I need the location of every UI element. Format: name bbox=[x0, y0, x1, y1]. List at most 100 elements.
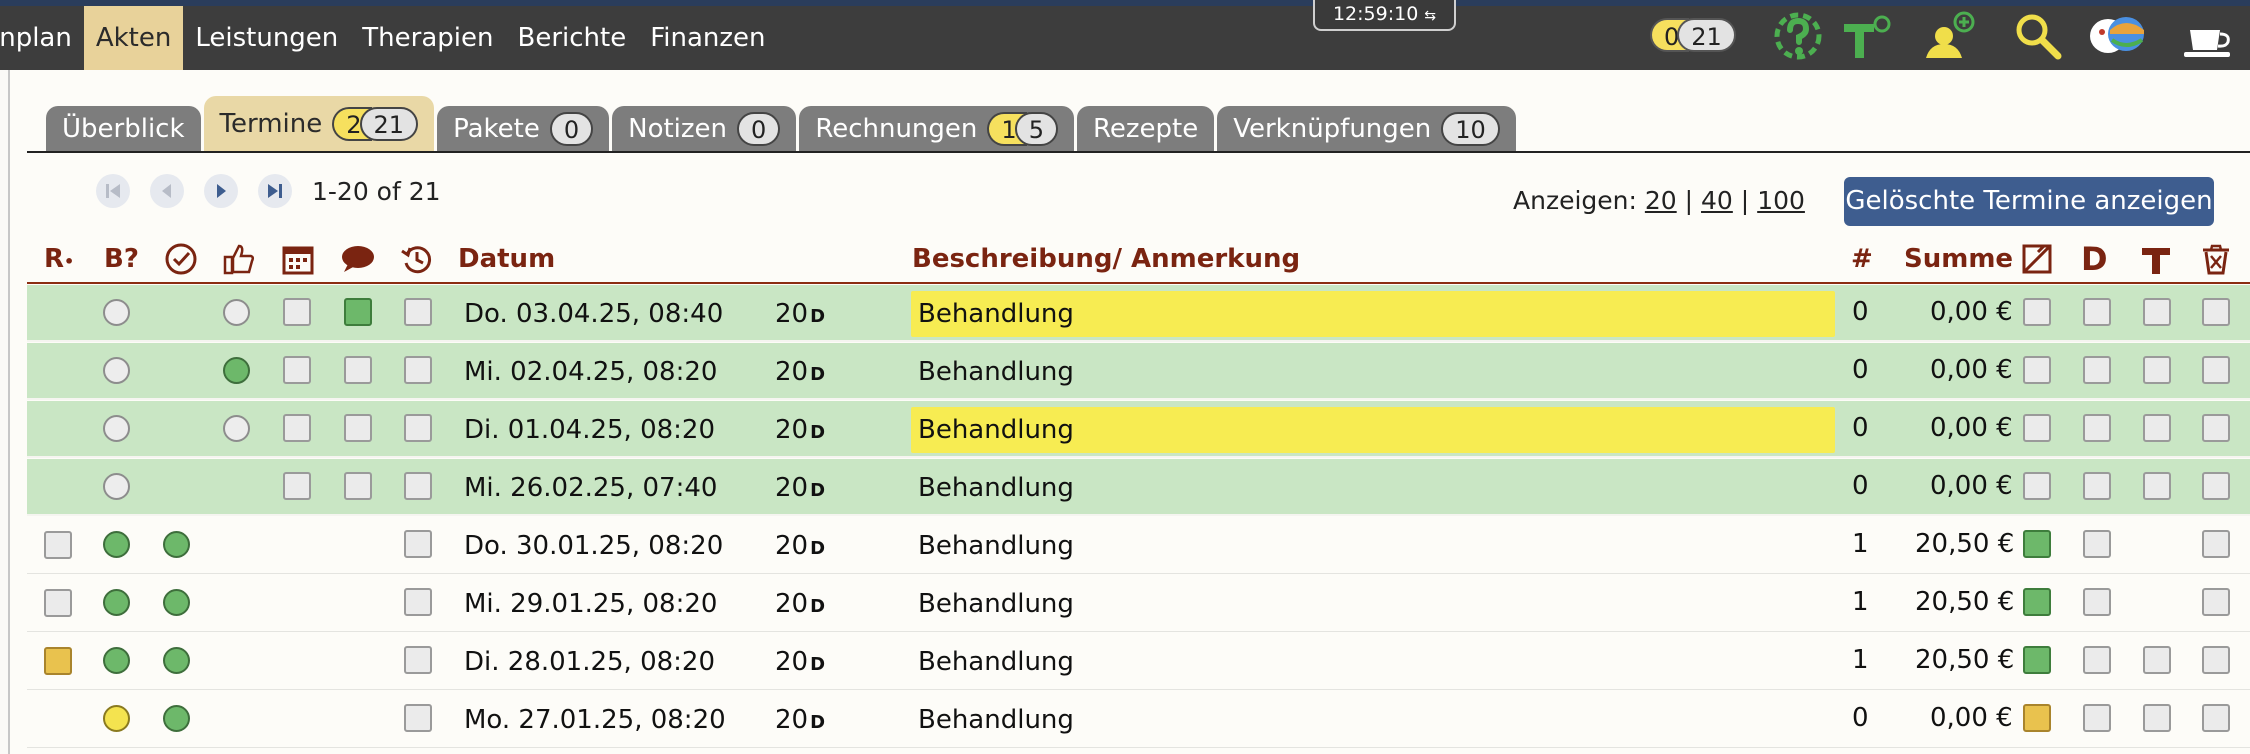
tab-notizen[interactable]: Notizen 0 bbox=[612, 106, 797, 152]
tool-checkbox[interactable] bbox=[2143, 356, 2171, 384]
help-icon[interactable] bbox=[1772, 10, 1824, 62]
table-row[interactable]: Do. 30.01.25, 08:20 20 D Behandlung 1 20,… bbox=[27, 517, 2250, 574]
history-checkbox[interactable] bbox=[404, 298, 432, 326]
prescription-checkbox[interactable] bbox=[44, 531, 72, 559]
nav-item-therapien[interactable]: Therapien bbox=[350, 6, 505, 70]
appointment-description[interactable]: Behandlung bbox=[918, 705, 1074, 735]
history-checkbox[interactable] bbox=[404, 588, 432, 616]
doc-checkbox[interactable] bbox=[2083, 472, 2111, 500]
delete-checkbox[interactable] bbox=[2202, 588, 2230, 616]
billed-status-circle[interactable] bbox=[103, 705, 130, 732]
doc-checkbox[interactable] bbox=[2083, 704, 2111, 732]
therapy-tool-icon[interactable] bbox=[1840, 10, 1892, 62]
first-page-button[interactable] bbox=[96, 174, 130, 208]
doc-checkbox[interactable] bbox=[2083, 414, 2111, 442]
col-prescription-header[interactable]: R• bbox=[44, 244, 74, 274]
calendar-checkbox[interactable] bbox=[283, 414, 311, 442]
next-page-button[interactable] bbox=[204, 174, 238, 208]
table-row[interactable]: Mi. 02.04.25, 08:20 20 D Behandlung 0 0,0… bbox=[27, 343, 2250, 400]
delete-checkbox[interactable] bbox=[2202, 356, 2230, 384]
delete-checkbox[interactable] bbox=[2202, 646, 2230, 674]
history-checkbox[interactable] bbox=[404, 530, 432, 558]
tool-checkbox[interactable] bbox=[2143, 646, 2171, 674]
tab-ueberblick[interactable]: Überblick bbox=[46, 106, 201, 152]
tool-checkbox[interactable] bbox=[2143, 414, 2171, 442]
delete-checkbox[interactable] bbox=[2202, 298, 2230, 326]
thumbs-up-icon[interactable] bbox=[222, 242, 256, 276]
billed-status-circle[interactable] bbox=[103, 299, 130, 326]
comment-checkbox[interactable] bbox=[344, 298, 372, 326]
comment-checkbox[interactable] bbox=[344, 472, 372, 500]
invoice-checkbox[interactable] bbox=[2023, 646, 2051, 674]
billed-status-circle[interactable] bbox=[103, 531, 130, 558]
history-checkbox[interactable] bbox=[404, 356, 432, 384]
doc-checkbox[interactable] bbox=[2083, 588, 2111, 616]
invoice-checkbox[interactable] bbox=[2023, 588, 2051, 616]
nav-item-akten[interactable]: Akten bbox=[83, 6, 184, 70]
delete-checkbox[interactable] bbox=[2202, 472, 2230, 500]
history-icon[interactable] bbox=[400, 242, 434, 276]
history-checkbox[interactable] bbox=[404, 472, 432, 500]
invoice-checkbox[interactable] bbox=[2023, 356, 2051, 384]
confirmed-circle[interactable] bbox=[163, 531, 190, 558]
table-row[interactable]: Di. 01.04.25, 08:20 20 D Behandlung 0 0,0… bbox=[27, 401, 2250, 458]
appointment-description[interactable]: Behandlung bbox=[918, 357, 1074, 387]
comment-icon[interactable] bbox=[340, 242, 376, 276]
prev-page-button[interactable] bbox=[150, 174, 184, 208]
search-icon[interactable] bbox=[2012, 10, 2064, 62]
doc-checkbox[interactable] bbox=[2083, 356, 2111, 384]
invoice-checkbox[interactable] bbox=[2023, 704, 2051, 732]
table-row[interactable]: Mi. 26.02.25, 07:40 20 D Behandlung 0 0,0… bbox=[27, 459, 2250, 516]
billed-status-circle[interactable] bbox=[103, 415, 130, 442]
approval-circle[interactable] bbox=[223, 299, 250, 326]
confirmed-circle[interactable] bbox=[163, 589, 190, 616]
table-row[interactable]: Mo. 27.01.25, 08:20 20 D Behandlung 0 0,0… bbox=[27, 691, 2250, 748]
nav-item-finanzen[interactable]: Finanzen bbox=[638, 6, 777, 70]
doc-checkbox[interactable] bbox=[2083, 530, 2111, 558]
billed-status-circle[interactable] bbox=[103, 647, 130, 674]
calendar-checkbox[interactable] bbox=[283, 298, 311, 326]
approval-circle[interactable] bbox=[223, 357, 250, 384]
col-date-header[interactable]: Datum bbox=[458, 244, 555, 274]
table-row[interactable]: Do. 03.04.25, 08:40 20 D Behandlung 0 0,0… bbox=[27, 285, 2250, 342]
page-size-40[interactable]: 40 bbox=[1701, 186, 1733, 215]
nav-item-berichte[interactable]: Berichte bbox=[505, 6, 638, 70]
table-row[interactable]: Di. 28.01.25, 08:20 20 D Behandlung 1 20,… bbox=[27, 633, 2250, 690]
delete-checkbox[interactable] bbox=[2202, 530, 2230, 558]
tab-rechnungen[interactable]: Rechnungen 15 bbox=[799, 106, 1074, 152]
tool-checkbox[interactable] bbox=[2143, 704, 2171, 732]
appointment-description[interactable]: Behandlung bbox=[918, 531, 1074, 561]
confirmed-circle[interactable] bbox=[163, 705, 190, 732]
billed-status-circle[interactable] bbox=[103, 357, 130, 384]
col-sum-header[interactable]: Summe bbox=[1904, 244, 2013, 274]
page-size-100[interactable]: 100 bbox=[1757, 186, 1805, 215]
session-clock[interactable]: 12:59:10 ⇆ bbox=[1313, 0, 1456, 31]
appointment-description[interactable]: Behandlung bbox=[918, 473, 1074, 503]
history-checkbox[interactable] bbox=[404, 704, 432, 732]
tab-termine[interactable]: Termine 2 21 bbox=[203, 96, 435, 152]
tool-icon[interactable] bbox=[2139, 242, 2173, 276]
confirmed-circle[interactable] bbox=[163, 647, 190, 674]
history-checkbox[interactable] bbox=[404, 646, 432, 674]
col-description-header[interactable]: Beschreibung/ Anmerkung bbox=[912, 244, 1300, 274]
coffee-cup-icon[interactable] bbox=[2180, 10, 2240, 62]
delete-checkbox[interactable] bbox=[2202, 414, 2230, 442]
invoice-checkbox[interactable] bbox=[2023, 414, 2051, 442]
show-deleted-appointments-button[interactable]: Gelöschte Termine anzeigen bbox=[1844, 177, 2214, 226]
tool-checkbox[interactable] bbox=[2143, 298, 2171, 326]
tab-rezepte[interactable]: Rezepte bbox=[1076, 106, 1215, 152]
calendar-checkbox[interactable] bbox=[283, 472, 311, 500]
billed-status-circle[interactable] bbox=[103, 473, 130, 500]
calendar-checkbox[interactable] bbox=[283, 356, 311, 384]
tool-checkbox[interactable] bbox=[2143, 472, 2171, 500]
invoice-checkbox[interactable] bbox=[2023, 530, 2051, 558]
invoice-checkbox[interactable] bbox=[2023, 472, 2051, 500]
prescription-checkbox[interactable] bbox=[44, 589, 72, 617]
tab-verknuepfungen[interactable]: Verknüpfungen 10 bbox=[1217, 106, 1516, 152]
delete-checkbox[interactable] bbox=[2202, 704, 2230, 732]
nav-item-leistungen[interactable]: Leistungen bbox=[183, 6, 350, 70]
calendar-icon[interactable] bbox=[281, 242, 315, 276]
masks-icon[interactable] bbox=[2086, 10, 2148, 62]
invoice-checkbox[interactable] bbox=[2023, 298, 2051, 326]
last-page-button[interactable] bbox=[258, 174, 292, 208]
